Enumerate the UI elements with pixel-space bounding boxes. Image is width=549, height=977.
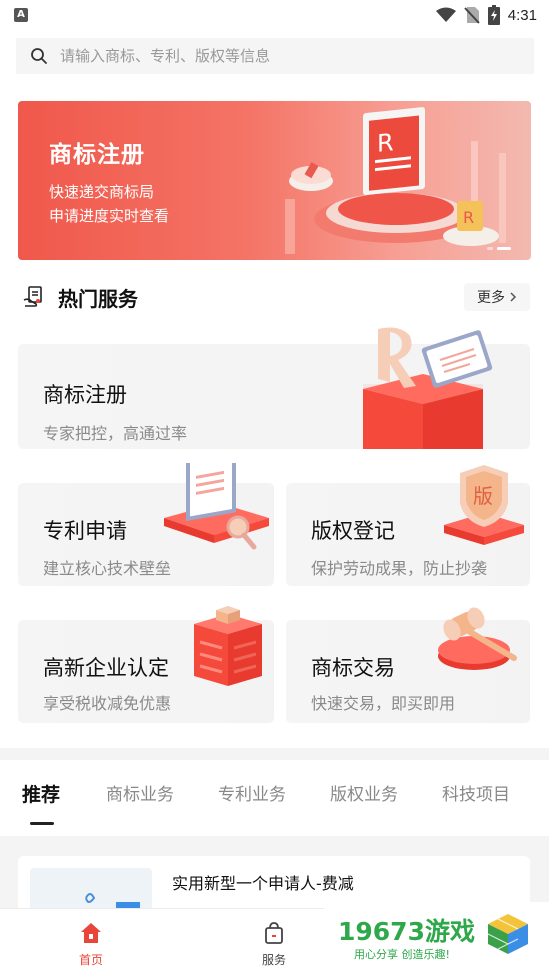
section-title: 热门服务: [58, 286, 138, 311]
chevron-right-icon: [510, 292, 517, 302]
colorful-cube-icon: [487, 914, 528, 954]
service-card-hightech[interactable]: 高新企业认定 享受税收减免优惠: [18, 606, 274, 723]
card-subtitle: 保护劳动成果，防止抄袭: [311, 559, 488, 578]
service-card-copyright[interactable]: 版权登记 保护劳动成果，防止抄袭 版: [286, 465, 530, 586]
nav-home-label: 首页: [78, 953, 103, 967]
tab-tech-project[interactable]: 科技项目: [442, 780, 510, 805]
svg-text:版: 版: [473, 484, 493, 508]
tab-recommend[interactable]: 推荐: [22, 780, 60, 807]
banner-subtitle-1: 快速递交商标局: [49, 183, 155, 201]
status-bar: A 4:31: [0, 0, 549, 32]
card-title: 版权登记: [311, 519, 395, 543]
nav-home[interactable]: 首页: [61, 921, 121, 968]
trademark-illustration: R R: [285, 107, 506, 254]
notification-a-icon: A: [14, 8, 28, 22]
card-title: 高新企业认定: [43, 656, 169, 680]
svg-text:R: R: [463, 208, 474, 227]
no-sim-icon: [464, 7, 480, 24]
service-card-trademark[interactable]: 商标注册 专家把控，高通过率: [18, 327, 530, 449]
card-subtitle: 建立核心技术壁垒: [43, 559, 172, 578]
nav-services[interactable]: 服务: [244, 921, 304, 968]
clock: 4:31: [507, 6, 537, 24]
card-subtitle: 快速交易，即买即用: [311, 694, 456, 713]
more-label: 更多: [477, 290, 505, 306]
pager-dot-active[interactable]: [497, 247, 511, 250]
banner-title: 商标注册: [49, 142, 145, 168]
active-tab-indicator: [30, 822, 54, 825]
battery-icon: [487, 5, 500, 25]
watermark-text: 19673游戏: [338, 917, 475, 946]
more-button[interactable]: 更多: [464, 283, 530, 311]
card-title: 商标交易: [311, 656, 395, 680]
banner-pager: [487, 247, 511, 250]
tab-patent[interactable]: 专利业务: [218, 780, 286, 805]
card-subtitle: 专家把控，高通过率: [43, 424, 188, 443]
service-hand-icon: [23, 286, 42, 307]
copyright-shield-icon: 版: [444, 465, 524, 545]
list-item-title: 实用新型一个申请人-费减: [172, 874, 354, 893]
wifi-icon: [435, 7, 456, 22]
gavel-icon: [438, 607, 517, 670]
banner-subtitle-2: 申请进度实时查看: [49, 207, 170, 225]
search-input[interactable]: [60, 47, 500, 65]
search-icon: [31, 48, 47, 64]
building-icon: [194, 606, 262, 686]
card-title: 专利申请: [43, 519, 127, 543]
patent-document-icon: [164, 463, 269, 550]
home-icon: [81, 923, 101, 943]
service-card-patent[interactable]: 专利申请 建立核心技术壁垒: [18, 463, 274, 586]
tab-trademark[interactable]: 商标业务: [106, 780, 174, 805]
trademark-r-icon: [363, 327, 493, 449]
status-icons: 4:31: [435, 5, 537, 25]
service-card-trade[interactable]: 商标交易 快速交易，即买即用: [286, 607, 530, 723]
search-bar[interactable]: [16, 38, 534, 74]
svg-text:R: R: [377, 128, 394, 158]
category-tabs: 推荐 商标业务 专利业务 版权业务 科技项目: [0, 760, 549, 836]
section-divider: [0, 748, 549, 760]
tab-copyright[interactable]: 版权业务: [330, 780, 398, 805]
promo-banner[interactable]: 商标注册 快速递交商标局 申请进度实时查看 R R: [18, 101, 531, 260]
card-subtitle: 享受税收减免优惠: [43, 694, 172, 713]
watermark-slogan: 用心分享 创造乐趣!: [354, 948, 450, 961]
pager-dot[interactable]: [487, 247, 493, 250]
nav-services-label: 服务: [261, 953, 286, 967]
site-watermark-logo: 19673游戏 用心分享 创造乐趣!: [324, 902, 549, 972]
bag-icon: [265, 922, 283, 944]
card-title: 商标注册: [43, 383, 127, 407]
hot-services-header: 热门服务 更多: [22, 282, 530, 312]
